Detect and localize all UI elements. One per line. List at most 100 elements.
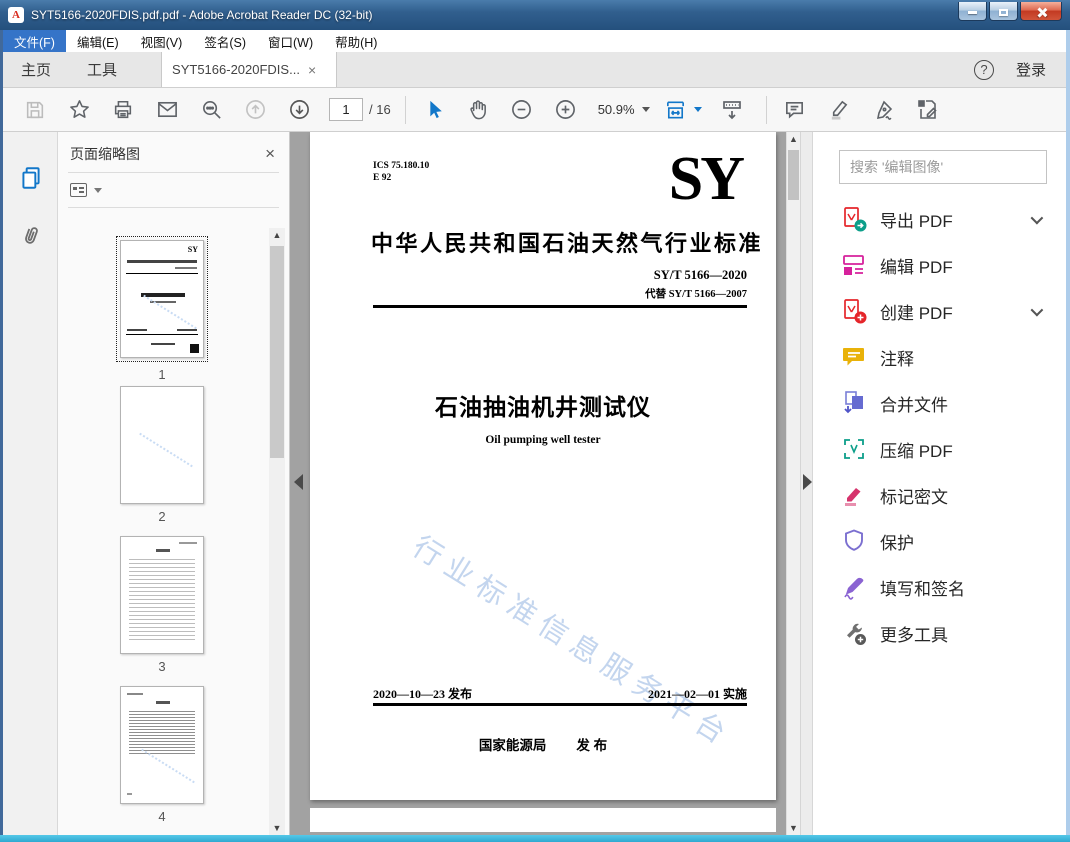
chevron-down-icon[interactable]	[1030, 303, 1044, 316]
close-tab-icon[interactable]: ×	[308, 62, 316, 78]
redact-icon	[845, 488, 861, 506]
menu-file[interactable]: 文件(F)	[3, 30, 66, 52]
tab-document[interactable]: SYT5166-2020FDIS... ×	[161, 52, 338, 87]
standard-heading: 中华人民共和国石油天然气行业标准	[371, 231, 764, 256]
chevron-down-icon[interactable]	[1030, 211, 1044, 224]
standard-number: SY/T 5166—2020	[653, 268, 747, 282]
edit-pdf-toolbar-button[interactable]	[913, 95, 941, 125]
minimize-button[interactable]	[958, 1, 987, 21]
tool-create-pdf[interactable]: 创建 PDF	[813, 288, 1066, 334]
favorites-star-button[interactable]	[65, 95, 93, 125]
tool-comment[interactable]: 注释	[813, 334, 1066, 380]
fill-sign-toolbar-button[interactable]	[869, 95, 897, 125]
fit-width-icon	[666, 101, 684, 118]
menu-window[interactable]: 窗口(W)	[257, 30, 324, 52]
scroll-up-icon[interactable]: ▲	[787, 132, 800, 146]
tool-redact[interactable]: 标记密文	[813, 472, 1066, 518]
chevron-down-icon	[641, 107, 650, 112]
thumbnail-options-button[interactable]	[58, 173, 289, 207]
edit-pdf-icon	[843, 255, 864, 275]
tool-label: 更多工具	[880, 625, 948, 645]
document-canvas[interactable]: ICS 75.180.10 E 92 SY 中华人民共和国石油天然气行业标准 S…	[290, 132, 800, 835]
collapse-right-panel-icon[interactable]	[803, 474, 812, 490]
menu-help[interactable]: 帮助(H)	[324, 30, 388, 52]
scrollbar-thumb[interactable]	[788, 150, 799, 200]
thumbnail-label: 4	[158, 809, 166, 824]
save-button[interactable]	[21, 95, 49, 125]
thumbnail-page-2[interactable]: 2	[120, 386, 204, 524]
zoom-out-button[interactable]	[508, 95, 536, 125]
document-title-cn: 石油抽油机井测试仪	[435, 394, 651, 420]
tool-label: 压缩 PDF	[880, 441, 953, 461]
toolbar-separator	[765, 95, 767, 124]
tools-search-input[interactable]	[840, 159, 1046, 175]
tool-more-tools[interactable]: 更多工具	[813, 610, 1066, 656]
zoom-level-dropdown[interactable]: 50.9%	[598, 102, 650, 117]
collapse-left-panel-icon[interactable]	[294, 474, 303, 490]
thumbnail-label: 1	[158, 367, 166, 382]
tool-edit-pdf[interactable]: 编辑 PDF	[813, 242, 1066, 288]
scroll-down-icon[interactable]: ▼	[787, 821, 800, 835]
tool-combine-files[interactable]: 合并文件	[813, 380, 1066, 426]
thumbnail-page-4[interactable]: 4	[120, 686, 204, 824]
reading-mode-button[interactable]	[718, 95, 746, 125]
highlight-button[interactable]	[825, 95, 853, 125]
help-button[interactable]: ?	[973, 59, 994, 80]
close-window-button[interactable]	[1020, 1, 1062, 21]
comment-bubble-icon	[786, 101, 804, 119]
tab-tools[interactable]: 工具	[69, 52, 135, 87]
thumbnail-page-1[interactable]: SY 1	[116, 236, 208, 382]
tool-compress-pdf[interactable]: 压缩 PDF	[813, 426, 1066, 472]
thumbnails-scrollbar[interactable]: ▲ ▼	[269, 228, 285, 835]
login-button[interactable]: 登录	[1016, 59, 1046, 80]
tool-label: 合并文件	[880, 395, 948, 415]
fill-sign-icon	[844, 577, 864, 600]
tool-label: 编辑 PDF	[880, 257, 953, 277]
right-panel-strip	[800, 132, 812, 835]
scrollbar-thumb[interactable]	[270, 246, 284, 458]
document-scrollbar[interactable]: ▲ ▼	[786, 132, 800, 835]
tab-home[interactable]: 主页	[3, 52, 69, 87]
chevron-down-icon	[94, 187, 102, 193]
list-options-icon	[70, 183, 87, 197]
compress-pdf-icon	[844, 439, 864, 459]
pdf-page-2-top	[310, 808, 776, 832]
hand-tool-button[interactable]	[464, 95, 492, 125]
combine-files-icon	[844, 391, 863, 414]
thumbnail-label: 2	[158, 509, 166, 524]
attachments-rail-button[interactable]	[3, 214, 58, 258]
menu-view[interactable]: 视图(V)	[130, 30, 194, 52]
paperclip-icon	[24, 227, 38, 244]
select-tool-button[interactable]	[420, 95, 448, 125]
tool-label: 标记密文	[880, 487, 948, 507]
navigation-rail	[3, 132, 58, 835]
comment-icon	[843, 348, 864, 366]
window-border-left	[0, 30, 3, 835]
replaces-note: 代替 SY/T 5166—2007	[645, 289, 747, 300]
close-panel-icon[interactable]: ×	[265, 144, 275, 164]
scroll-down-icon[interactable]: ▼	[269, 821, 285, 835]
menu-edit[interactable]: 编辑(E)	[66, 30, 130, 52]
search-button[interactable]	[197, 95, 225, 125]
tool-fill-sign[interactable]: 填写和签名	[813, 564, 1066, 610]
previous-page-button[interactable]	[241, 95, 269, 125]
email-button[interactable]	[153, 95, 181, 125]
tool-label: 导出 PDF	[880, 211, 953, 231]
tool-export-pdf[interactable]: 导出 PDF	[813, 196, 1066, 242]
page-thumbnails-rail-button[interactable]	[3, 156, 58, 200]
comment-button[interactable]	[781, 95, 809, 125]
page-number-input[interactable]	[329, 98, 363, 121]
tool-protect[interactable]: 保护	[813, 518, 1066, 564]
highlighter-icon	[831, 100, 848, 120]
maximize-button[interactable]	[989, 1, 1018, 21]
next-page-button[interactable]	[285, 95, 313, 125]
menu-sign[interactable]: 签名(S)	[193, 30, 257, 52]
thumbnail-page-3[interactable]: 3	[120, 536, 204, 674]
chevron-down-icon	[693, 107, 702, 112]
close-icon	[1036, 7, 1047, 18]
zoom-in-button[interactable]	[552, 95, 580, 125]
acrobat-app-icon: A	[8, 7, 24, 23]
fit-width-button[interactable]	[664, 95, 702, 125]
scroll-up-icon[interactable]: ▲	[269, 228, 285, 242]
print-button[interactable]	[109, 95, 137, 125]
